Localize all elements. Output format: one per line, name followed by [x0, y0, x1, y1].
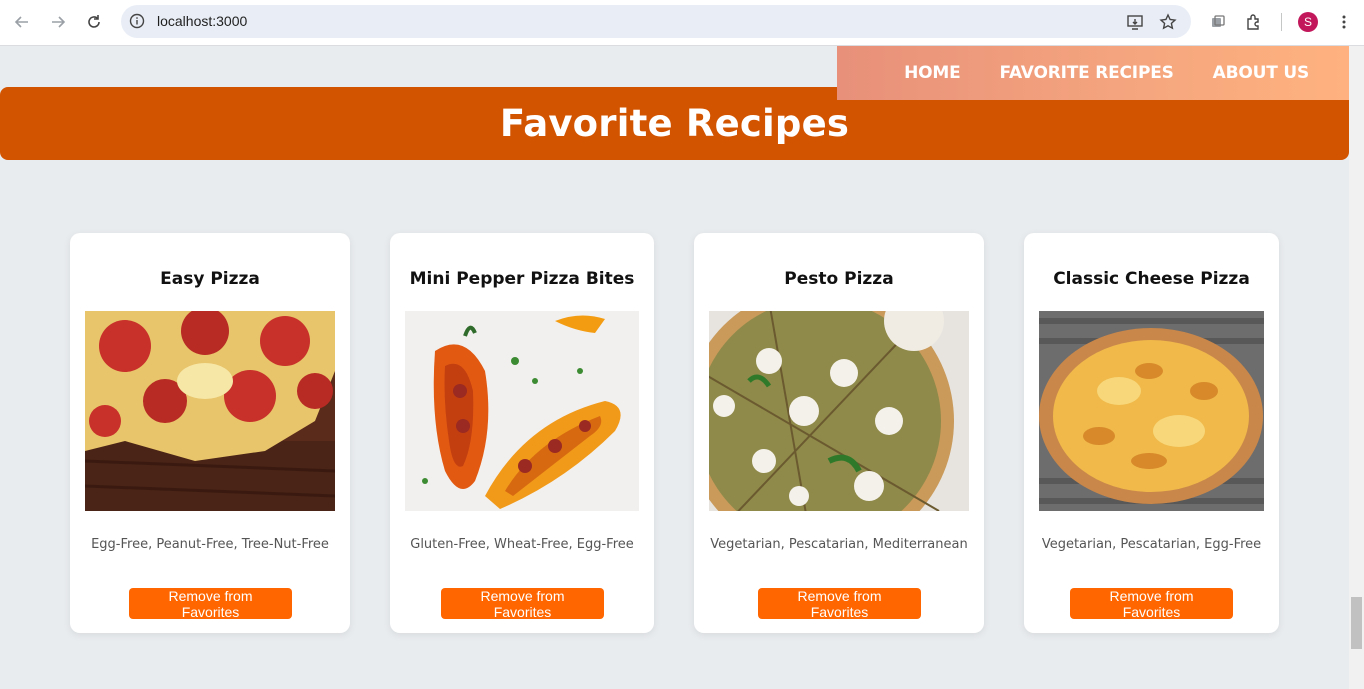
scrollbar-thumb[interactable]: [1351, 597, 1362, 649]
recipe-title: Mini Pepper Pizza Bites: [409, 269, 635, 289]
url-text[interactable]: localhost:3000: [157, 13, 247, 29]
remove-from-favorites-button[interactable]: Remove from Favorites: [129, 588, 292, 620]
recipe-title: Pesto Pizza: [784, 269, 894, 289]
toolbar-divider: [1281, 13, 1282, 31]
install-app-icon[interactable]: [1126, 13, 1144, 31]
nav-favorite-recipes-link[interactable]: FAVORITE RECIPES: [1000, 63, 1174, 83]
recipe-card: Easy Pizza Egg-Free, Peanut-Free, Tree-N…: [70, 233, 350, 633]
recipe-card: Pesto Pizza Vegetarian, Pescatarian, Med…: [694, 233, 984, 633]
tab-search-icon[interactable]: [1207, 11, 1229, 33]
recipe-image: [85, 311, 335, 511]
nav-about-us-link[interactable]: ABOUT US: [1213, 63, 1310, 83]
page-scrollbar[interactable]: [1349, 46, 1364, 689]
page-title: Favorite Recipes: [499, 102, 850, 145]
recipe-card: Mini Pepper Pizza Bites Gluten-Free, Whe…: [390, 233, 654, 633]
recipe-image: [709, 311, 969, 511]
page-content: Favorite Recipes HOME FAVORITE RECIPES A…: [0, 46, 1349, 689]
recipe-tags: Egg-Free, Peanut-Free, Tree-Nut-Free: [91, 537, 329, 552]
back-icon[interactable]: [11, 11, 33, 33]
recipe-card: Classic Cheese Pizza Vegetarian, Pescata…: [1024, 233, 1279, 633]
address-bar[interactable]: localhost:3000: [121, 5, 1191, 38]
remove-from-favorites-button[interactable]: Remove from Favorites: [441, 588, 604, 620]
browser-toolbar: localhost:3000 S: [0, 0, 1364, 46]
remove-from-favorites-button[interactable]: Remove from Favorites: [758, 588, 921, 620]
top-navigation: HOME FAVORITE RECIPES ABOUT US: [837, 46, 1349, 100]
extensions-icon[interactable]: [1243, 11, 1265, 33]
nav-home-link[interactable]: HOME: [904, 63, 961, 83]
remove-from-favorites-button[interactable]: Remove from Favorites: [1070, 588, 1233, 620]
recipe-image: [1039, 311, 1264, 511]
reload-icon[interactable]: [83, 11, 105, 33]
recipe-tags: Gluten-Free, Wheat-Free, Egg-Free: [410, 537, 634, 552]
profile-avatar[interactable]: S: [1298, 12, 1318, 32]
menu-icon[interactable]: [1333, 11, 1355, 33]
recipe-tags: Vegetarian, Pescatarian, Egg-Free: [1041, 537, 1262, 552]
bookmark-star-icon[interactable]: [1159, 13, 1177, 31]
site-info-icon[interactable]: [129, 13, 145, 29]
recipe-title: Classic Cheese Pizza: [1053, 269, 1250, 289]
recipe-tags: Vegetarian, Pescatarian, Mediterranean: [710, 537, 968, 552]
recipe-title: Easy Pizza: [160, 269, 260, 289]
recipe-image: [405, 311, 639, 511]
forward-icon[interactable]: [47, 11, 69, 33]
